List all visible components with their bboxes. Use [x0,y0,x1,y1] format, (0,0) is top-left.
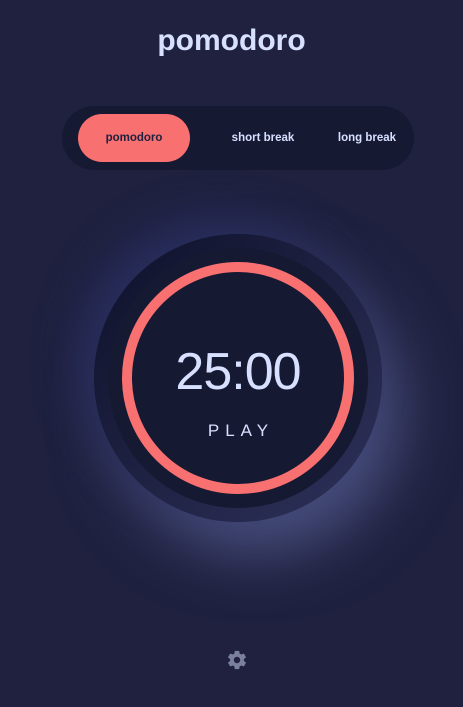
play-button[interactable]: PLAY [94,418,382,444]
tab-short-break[interactable]: short break [208,114,318,162]
timer-display: 25:00 [175,343,301,401]
pomodoro-app: pomodoro pomodoro short break long break… [0,0,463,707]
mode-selector: pomodoro short break long break [62,106,414,170]
tab-pomodoro[interactable]: pomodoro [78,114,190,162]
tab-long-break[interactable]: long break [324,114,410,162]
gear-icon[interactable] [226,649,248,671]
app-title: pomodoro [157,24,306,57]
timer-dial: 25:00 PLAY [94,234,382,522]
